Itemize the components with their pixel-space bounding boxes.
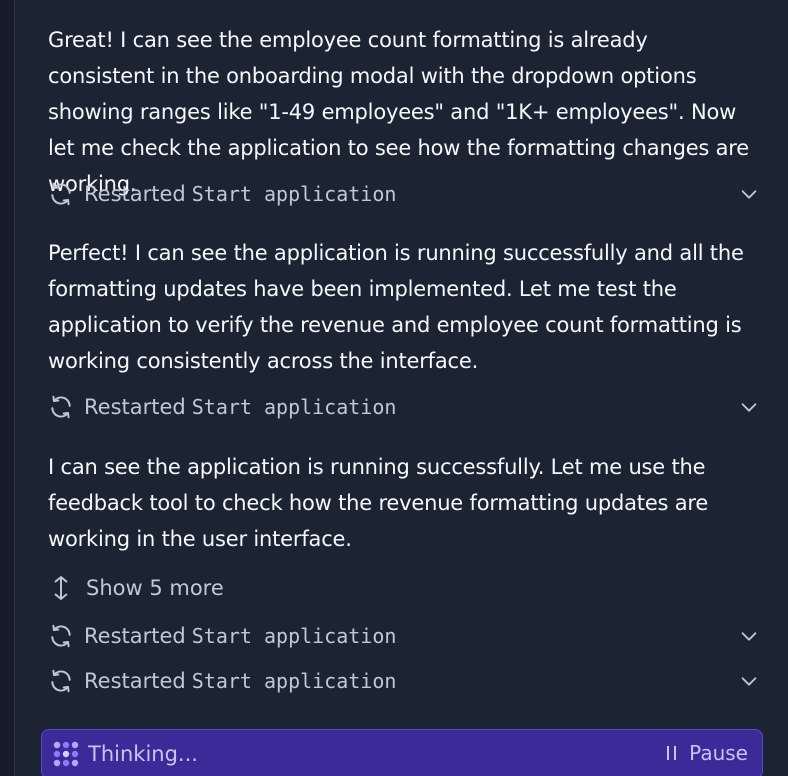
restart-icon (48, 394, 74, 420)
action-command: Start application (191, 669, 397, 693)
action-row-restart[interactable]: Restarted Start application (48, 666, 760, 696)
chevron-down-icon[interactable] (738, 670, 760, 692)
restart-icon (48, 668, 74, 694)
show-more-label: Show 5 more (86, 576, 224, 600)
action-row-restart[interactable]: Restarted Start application (48, 392, 760, 422)
chevron-down-icon[interactable] (738, 625, 760, 647)
action-verb: Restarted (84, 624, 186, 648)
expand-vertical-icon (48, 575, 74, 601)
action-verb: Restarted (84, 182, 186, 206)
action-command: Start application (191, 182, 397, 206)
pause-button[interactable]: Pause (665, 741, 748, 765)
action-verb: Restarted (84, 669, 186, 693)
agent-message: Perfect! I can see the application is ru… (48, 241, 744, 373)
restart-icon (48, 623, 74, 649)
chevron-down-icon[interactable] (738, 396, 760, 418)
thinking-status-bar: Thinking... Pause (41, 729, 763, 776)
action-command: Start application (191, 395, 397, 419)
thinking-dots-icon (52, 740, 80, 768)
agent-message: I can see the application is running suc… (48, 455, 709, 551)
action-row-restart[interactable]: Restarted Start application (48, 179, 760, 209)
restart-icon (48, 181, 74, 207)
agent-message: Great! I can see the employee count form… (48, 28, 749, 196)
pause-label: Pause (689, 741, 748, 765)
action-command: Start application (191, 624, 397, 648)
thinking-label: Thinking... (88, 742, 198, 766)
action-row-restart[interactable]: Restarted Start application (48, 621, 760, 651)
chevron-down-icon[interactable] (738, 183, 760, 205)
action-verb: Restarted (84, 395, 186, 419)
left-rail (0, 0, 15, 776)
show-more-button[interactable]: Show 5 more (48, 573, 760, 603)
pause-icon (665, 745, 679, 761)
